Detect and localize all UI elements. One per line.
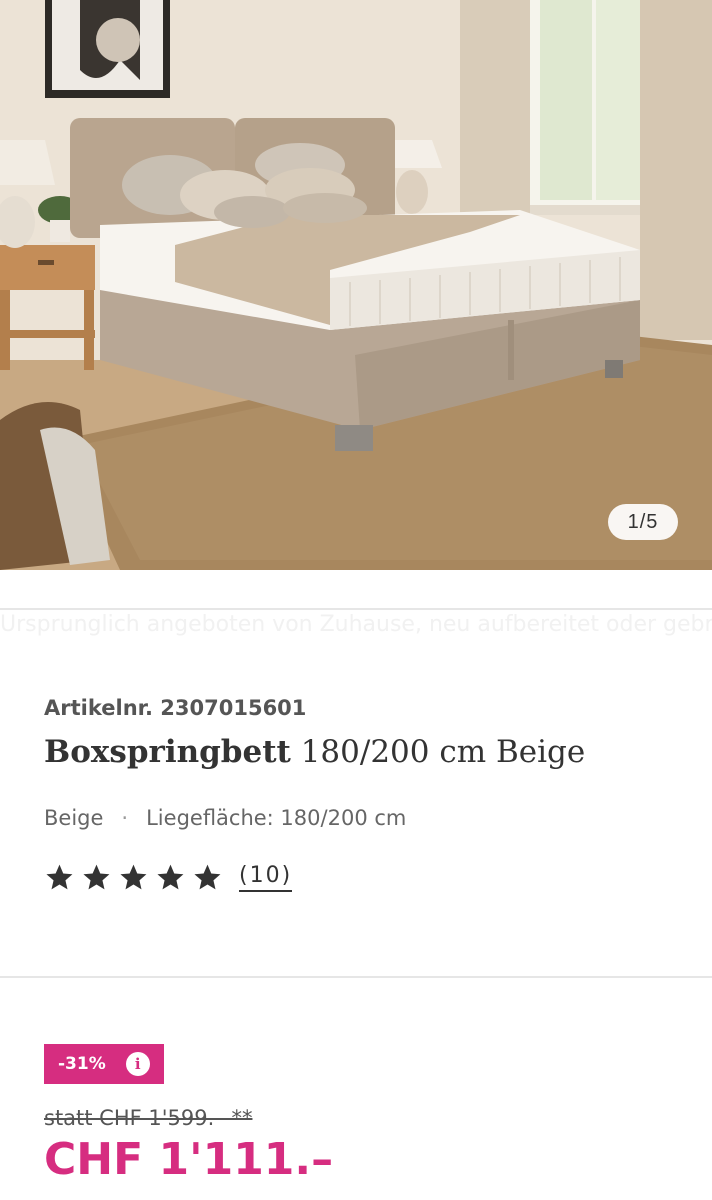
rating-count-link[interactable]: (10) [239, 863, 293, 892]
old-price: statt CHF 1'599.– ** [44, 1106, 253, 1130]
star-icon [120, 864, 147, 890]
info-icon[interactable]: i [125, 1052, 150, 1076]
product-attributes: Beige · Liegefläche: 180/200 cm [44, 806, 668, 830]
product-title: Boxspringbett 180/200 cm Beige [44, 734, 668, 770]
faded-text: Ursprunglich angeboten von Zuhause, neu … [0, 612, 712, 637]
sleeping-surface-value: Liegefläche: 180/200 cm [146, 806, 407, 830]
star-icon [46, 864, 73, 890]
attribute-separator: · [121, 806, 129, 830]
rating[interactable]: (10) [44, 862, 668, 893]
price-section: -31% i statt CHF 1'599.– ** CHF 1'111.– [0, 978, 712, 1185]
star-icon [157, 864, 184, 890]
star-icon [83, 864, 110, 890]
current-price: CHF 1'111.– [44, 1134, 334, 1185]
article-number: Artikelnr. 2307015601 [44, 696, 307, 720]
product-image [0, 0, 712, 570]
discount-badge: -31% i [44, 1044, 164, 1084]
star-icon [194, 864, 221, 890]
color-value: Beige [44, 806, 104, 830]
product-info: Artikelnr. 2307015601 Boxspringbett 180/… [0, 650, 712, 976]
product-image-gallery[interactable]: 1/5 [0, 0, 712, 570]
image-counter: 1/5 [608, 504, 678, 540]
product-title-main: Boxspringbett [44, 734, 291, 770]
discount-value: -31% [58, 1054, 106, 1074]
product-title-variant: 180/200 cm Beige [290, 734, 586, 770]
